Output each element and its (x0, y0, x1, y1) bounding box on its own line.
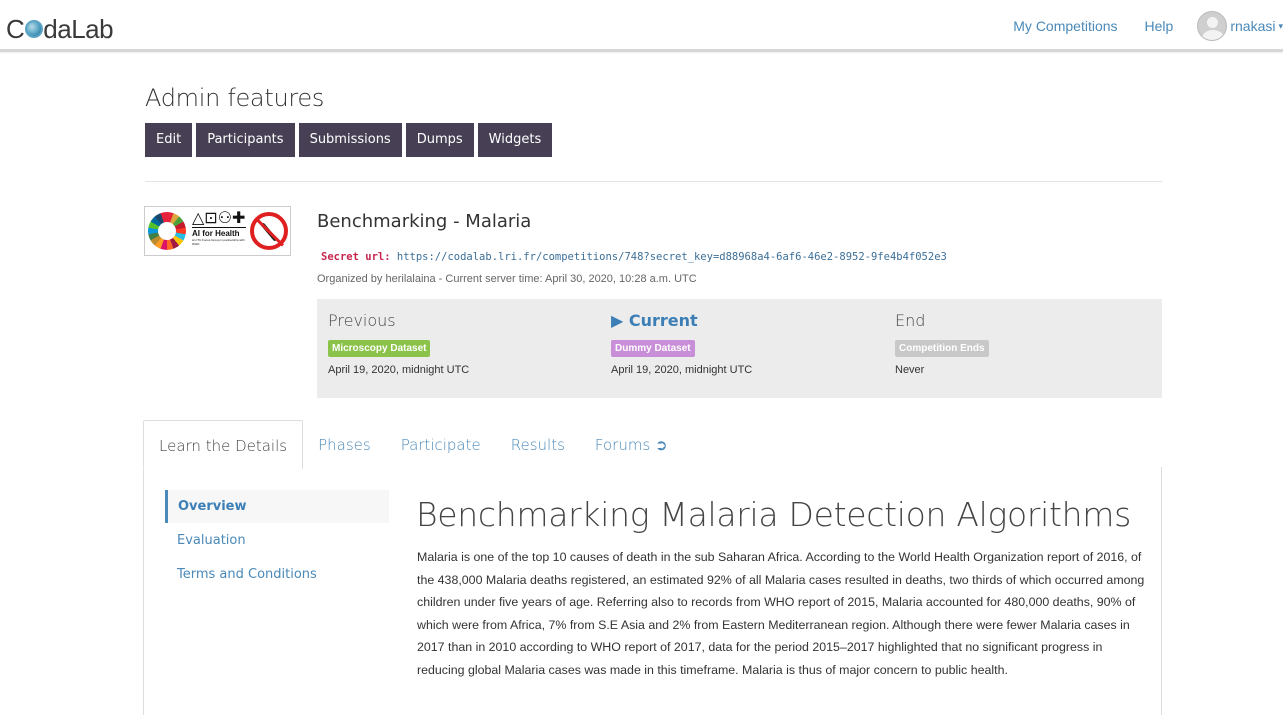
top-navbar: CdaLab My Competitions Help rnakasi ▾ (0, 0, 1283, 52)
user-menu[interactable]: rnakasi ▾ (1197, 11, 1283, 41)
tab-results[interactable]: Results (496, 420, 580, 468)
tab-participate[interactable]: Participate (386, 420, 496, 468)
nav-right: My Competitions Help rnakasi ▾ (1013, 0, 1283, 52)
phase-badge: Dummy Dataset (611, 340, 695, 357)
no-mosquito-icon (250, 212, 288, 250)
phase-end: End Competition Ends Never (895, 311, 989, 376)
phase-name: End (895, 311, 926, 330)
participants-button[interactable]: Participants (196, 123, 295, 157)
tab-phases[interactable]: Phases (303, 420, 386, 468)
submissions-button[interactable]: Submissions (298, 123, 402, 157)
organizer-info: Organized by herilalaina - Current serve… (317, 273, 697, 285)
phase-name: ▶ Current (611, 311, 698, 330)
tab-learn-the-details[interactable]: Learn the Details (143, 420, 304, 469)
divider (145, 181, 1162, 182)
side-nav-overview[interactable]: Overview (165, 490, 389, 523)
competition-tabs: Learn the Details Phases Participate Res… (143, 420, 683, 469)
tab-forums[interactable]: Forums ➲ (580, 420, 683, 468)
competition-logo: △⊡⚇✚ AI for Health An ITU Focus Group in… (144, 206, 291, 256)
edit-button[interactable]: Edit (145, 123, 193, 157)
side-nav-evaluation[interactable]: Evaluation (165, 524, 389, 557)
logo-mark-icon (25, 20, 44, 38)
content-body: Malaria is one of the top 10 causes of d… (417, 550, 1145, 677)
phase-date: April 19, 2020, midnight UTC (328, 364, 470, 376)
admin-features-title: Admin features (145, 84, 325, 112)
admin-toolbar: Edit Participants Submissions Dumps Widg… (145, 123, 556, 157)
dumps-button[interactable]: Dumps (405, 123, 474, 157)
ai-shapes-icon: △⊡⚇✚ (192, 210, 246, 227)
logo-text-end: daLab (43, 14, 114, 44)
content-title: Benchmarking Malaria Detection Algorithm… (416, 495, 1132, 534)
phase-date: April 19, 2020, midnight UTC (611, 364, 753, 376)
phase-badge: Microscopy Dataset (328, 340, 431, 357)
ai-logo-title: AI for Health (192, 227, 246, 238)
phases-timeline: Previous Microscopy Dataset April 19, 20… (317, 299, 1162, 398)
my-competitions-link[interactable]: My Competitions (1013, 18, 1117, 34)
codalab-logo[interactable]: CdaLab (6, 14, 114, 44)
caret-down-icon: ▾ (1278, 20, 1283, 31)
logo-text-start: C (6, 14, 25, 44)
side-nav-terms[interactable]: Terms and Conditions (165, 558, 389, 591)
phase-date: Never (895, 364, 925, 376)
secret-url: Secret url: https://codalab.lri.fr/compe… (321, 251, 947, 263)
help-link[interactable]: Help (1145, 18, 1174, 34)
phase-previous: Previous Microscopy Dataset April 19, 20… (328, 311, 469, 376)
phase-current: ▶ Current Dummy Dataset April 19, 2020, … (611, 311, 752, 376)
secret-url-value[interactable]: https://codalab.lri.fr/competitions/748?… (397, 251, 947, 263)
phase-name: Previous (328, 311, 396, 330)
avatar-icon (1197, 11, 1228, 41)
widgets-button[interactable]: Widgets (477, 123, 553, 157)
secret-url-label: Secret url: (321, 251, 391, 263)
ai-logo-subtitle: An ITU Focus Group in partnership with W… (192, 238, 245, 246)
ai-for-health-logo: △⊡⚇✚ AI for Health An ITU Focus Group in… (192, 211, 246, 251)
competition-title: Benchmarking - Malaria (317, 211, 532, 232)
phase-badge: Competition Ends (895, 340, 989, 357)
sdg-wheel-icon (148, 212, 186, 250)
username: rnakasi (1230, 18, 1276, 34)
